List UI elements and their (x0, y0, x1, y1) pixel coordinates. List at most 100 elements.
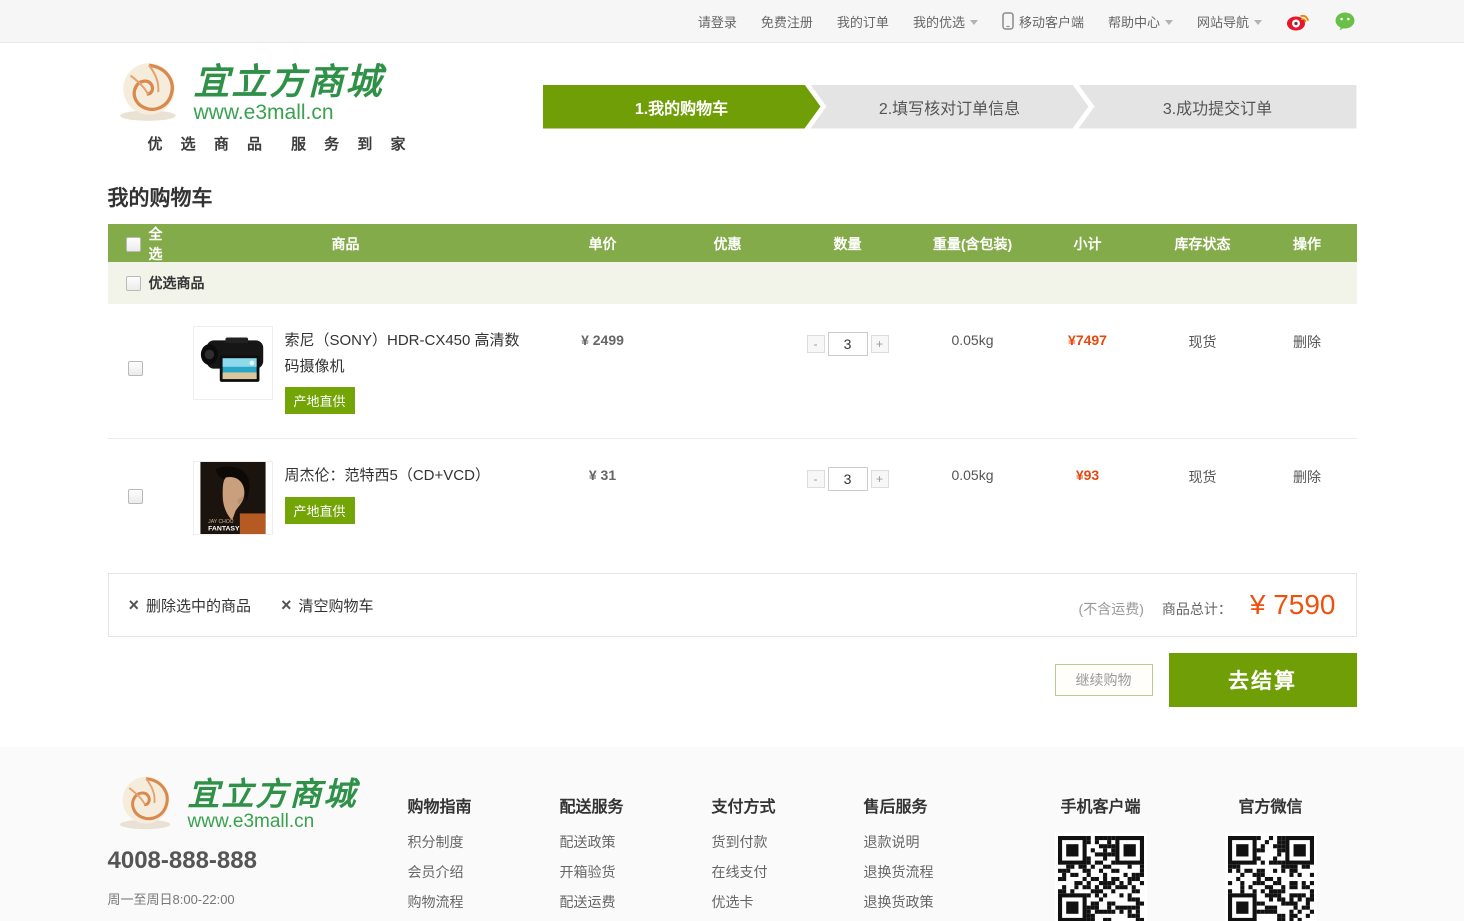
svg-text:FANTASY: FANTASY (208, 526, 240, 533)
service-hours: 周一至周日8:00-22:00 (108, 889, 408, 908)
footer-link[interactable]: 退款说明 (864, 827, 1016, 857)
service-phone: 4008-888-888 (108, 847, 408, 875)
x-icon: × (129, 596, 140, 614)
col-discount: 优惠 (678, 234, 778, 254)
col-subtotal: 小计 (1028, 234, 1148, 254)
nautilus-shell-logo-image (114, 773, 180, 831)
clear-cart-button[interactable]: × 清空购物车 (281, 595, 374, 616)
cart-actions: 继续购物 去结算 (108, 653, 1357, 707)
cart-summary-bar: × 删除选中的商品 × 清空购物车 (不含运费) 商品总计： ¥ 7590 (108, 573, 1357, 637)
item-checkbox[interactable] (128, 489, 143, 504)
footer-link[interactable]: 开箱验货 (560, 857, 712, 887)
cart-table-header: 全选 商品 单价 优惠 数量 重量(含包装) 小计 库存状态 操作 (108, 224, 1357, 262)
footer-link[interactable]: 配送运费 (560, 887, 712, 917)
cart-row: 索尼（SONY）HDR-CX450 高清数码摄像机 产地直供 ¥ 2499 - … (108, 304, 1357, 438)
quantity-input[interactable] (828, 467, 868, 491)
product-image-album[interactable]: JAY CHOU FANTASY (193, 461, 273, 535)
quantity-stepper: - + (807, 332, 889, 356)
site-name: 宜立方商城 (188, 778, 358, 810)
checkout-steps: 1.我的购物车 2.填写核对订单信息 3.成功提交订单 (543, 85, 1357, 129)
item-weight: 0.05kg (918, 461, 1028, 483)
step-order-info: 2.填写核对订单信息 (811, 85, 1089, 129)
cart-section: 我的购物车 全选 商品 单价 优惠 数量 重量(含包装) 小计 库存状态 操作 … (108, 182, 1357, 707)
delete-selected-button[interactable]: × 删除选中的商品 (129, 595, 252, 616)
footer-qr-wechat: 官方微信 (1186, 773, 1356, 921)
col-weight: 重量(含包装) (918, 234, 1028, 254)
continue-shopping-button[interactable]: 继续购物 (1055, 664, 1153, 696)
help-center-menu[interactable]: 帮助中心 (1108, 12, 1173, 31)
site-logo[interactable]: 宜立方商城 www.e3mall.cn 优 选 商 品 服 务 到 家 (108, 59, 413, 154)
mobile-phone-icon (1002, 12, 1014, 30)
quantity-increase-button[interactable]: + (871, 335, 889, 353)
login-link[interactable]: 请登录 (698, 12, 737, 31)
weibo-icon[interactable] (1286, 11, 1310, 31)
page-header: 宜立方商城 www.e3mall.cn 优 选 商 品 服 务 到 家 1.我的… (108, 43, 1357, 170)
product-image-camcorder[interactable] (193, 326, 273, 400)
footer-link[interactable]: 发票制度 (712, 917, 864, 921)
item-subtotal: ¥7497 (1028, 326, 1148, 348)
site-nav-menu[interactable]: 网站导航 (1197, 12, 1262, 31)
register-link[interactable]: 免费注册 (761, 12, 813, 31)
footer-link[interactable]: 在线支付 (712, 857, 864, 887)
footer-link[interactable]: 积分制度 (408, 827, 560, 857)
qr-code-app (1058, 836, 1144, 921)
wechat-icon[interactable] (1334, 11, 1356, 31)
checkout-button[interactable]: 去结算 (1169, 653, 1357, 707)
page-title: 我的购物车 (108, 182, 1357, 212)
col-product: 商品 (164, 234, 528, 254)
delete-item-link[interactable]: 删除 (1293, 469, 1321, 485)
quantity-decrease-button[interactable]: - (807, 335, 825, 353)
item-checkbox[interactable] (128, 361, 143, 376)
select-all-label: 全选 (149, 224, 164, 264)
footer-col-payment: 支付方式 货到付款 在线支付 优选卡 发票制度 (712, 773, 864, 921)
footer-link[interactable]: 优选卡 (712, 887, 864, 917)
quantity-increase-button[interactable]: + (871, 470, 889, 488)
product-title[interactable]: 索尼（SONY）HDR-CX450 高清数码摄像机 (285, 328, 528, 379)
quantity-decrease-button[interactable]: - (807, 470, 825, 488)
footer-link[interactable]: 购物流程 (408, 887, 560, 917)
topbar: 请登录 免费注册 我的订单 我的优选 移动客户端 帮助中心 网站导航 (0, 0, 1464, 43)
svg-text:JAY CHOU: JAY CHOU (208, 519, 234, 525)
footer-link[interactable]: 配送范围 (560, 917, 712, 921)
delete-item-link[interactable]: 删除 (1293, 334, 1321, 350)
cart-row: JAY CHOU FANTASY 周杰伦：范特西5（CD+VCD） 产地直供 ¥… (108, 438, 1357, 559)
chevron-down-icon (1165, 20, 1173, 25)
x-icon: × (281, 596, 292, 614)
footer-col-shopping-guide: 购物指南 积分制度 会员介绍 购物流程 常见问题 (408, 773, 560, 921)
footer-link[interactable]: 退换货流程 (864, 857, 1016, 887)
item-subtotal: ¥93 (1028, 461, 1148, 483)
unit-price: ¥ 2499 (528, 326, 678, 348)
site-url: www.e3mall.cn (188, 812, 358, 831)
mobile-client-link[interactable]: 移动客户端 (1002, 12, 1084, 31)
stock-status: 现货 (1148, 326, 1258, 352)
footer-link[interactable]: 货到付款 (712, 827, 864, 857)
discount-cell (678, 326, 778, 332)
footer-link[interactable]: 配送政策 (560, 827, 712, 857)
group-checkbox[interactable] (126, 276, 141, 291)
group-label: 优选商品 (149, 273, 205, 293)
footer-link[interactable]: 退换货政策 (864, 887, 1016, 917)
step-order-submitted: 3.成功提交订单 (1079, 85, 1357, 129)
product-title[interactable]: 周杰伦：范特西5（CD+VCD） (285, 463, 490, 489)
footer-logo[interactable]: 宜立方商城 www.e3mall.cn (108, 773, 408, 831)
quantity-stepper: - + (807, 467, 889, 491)
quantity-input[interactable] (828, 332, 868, 356)
total-value: ¥ 7590 (1250, 589, 1336, 621)
site-url: www.e3mall.cn (194, 102, 384, 123)
select-all-checkbox[interactable] (126, 237, 141, 252)
footer-col-after-sales: 售后服务 退款说明 退换货流程 退换货政策 隐私条款 (864, 773, 1016, 921)
my-orders-link[interactable]: 我的订单 (837, 12, 889, 31)
footer-qr-app: 手机客户端 (1016, 773, 1186, 921)
col-actions: 操作 (1258, 234, 1357, 254)
item-weight: 0.05kg (918, 326, 1028, 348)
footer-link[interactable]: 会员介绍 (408, 857, 560, 887)
origin-badge: 产地直供 (285, 387, 355, 414)
footer-col-delivery: 配送服务 配送政策 开箱验货 配送运费 配送范围 (560, 773, 712, 921)
step-cart: 1.我的购物车 (543, 85, 821, 129)
my-picks-menu[interactable]: 我的优选 (913, 12, 978, 31)
footer-link[interactable]: 隐私条款 (864, 917, 1016, 921)
origin-badge: 产地直供 (285, 497, 355, 524)
stock-status: 现货 (1148, 461, 1258, 487)
col-quantity: 数量 (778, 234, 918, 254)
footer-link[interactable]: 常见问题 (408, 917, 560, 921)
